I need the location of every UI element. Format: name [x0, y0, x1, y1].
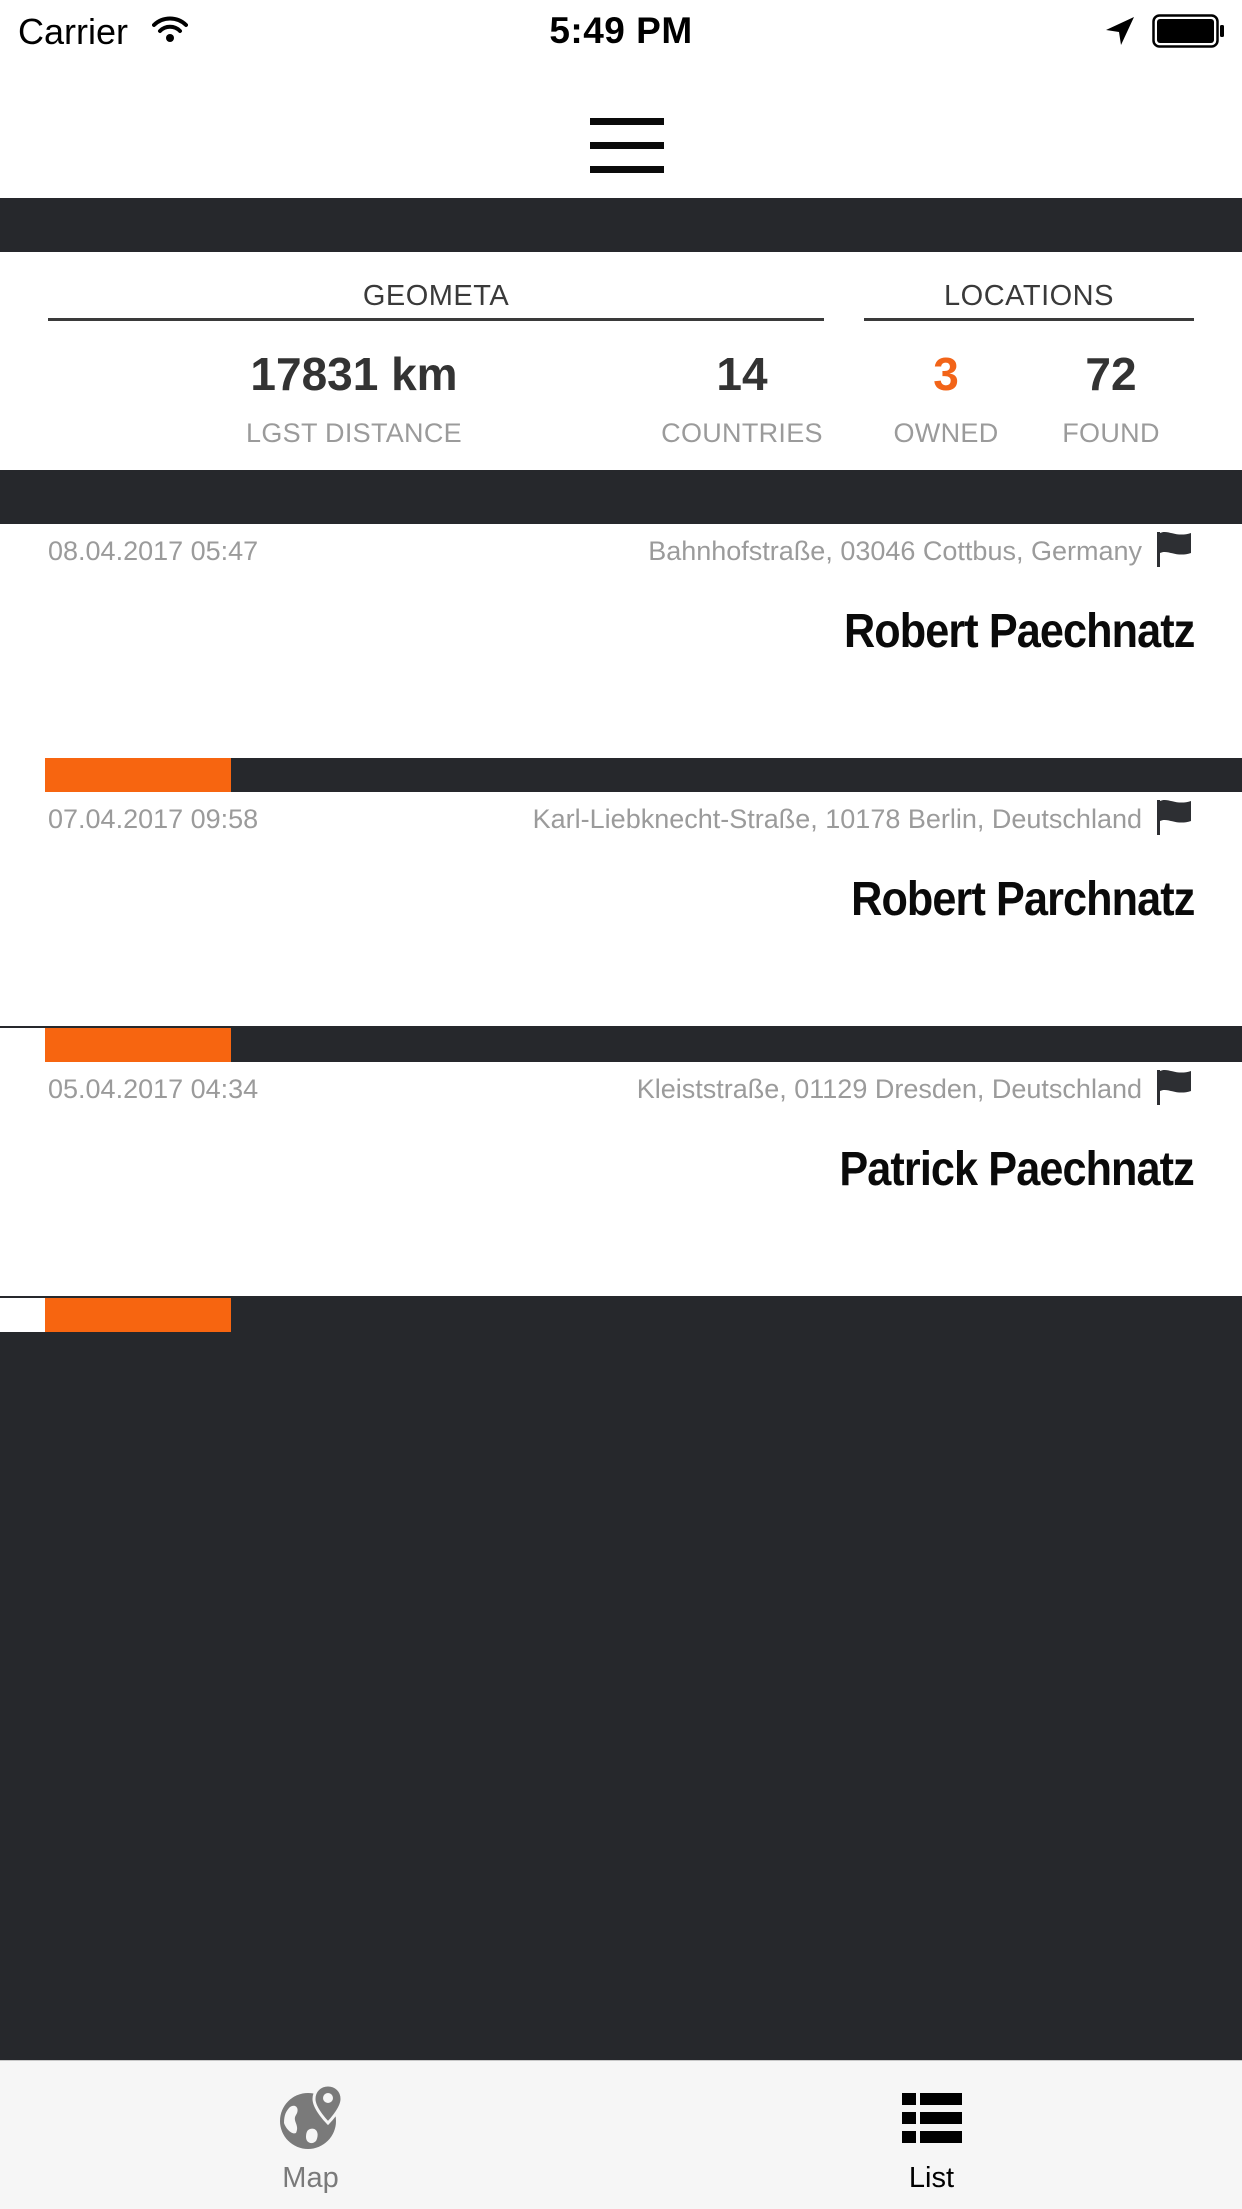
globe-pin-icon	[280, 2083, 344, 2149]
stats-panel: GEOMETA LOCATIONS 17831 km LGST DISTANCE…	[0, 252, 1242, 470]
list-item[interactable]: 08.04.2017 05:47 Bahnhofstraße, 03046 Co…	[0, 524, 1242, 758]
owned-label: OWNED	[893, 418, 999, 448]
item-date: 05.04.2017 04:34	[48, 1074, 259, 1104]
list-item[interactable]: 07.04.2017 09:58 Karl-Liebknecht-Straße,…	[0, 792, 1242, 1026]
item-name: Patrick Paechnatz	[839, 1143, 1195, 1196]
header	[0, 60, 1242, 198]
item-date: 08.04.2017 05:47	[48, 536, 259, 566]
tab-bar: Map List	[0, 2060, 1242, 2209]
progress-fill	[45, 758, 231, 792]
progress-track	[45, 758, 1242, 792]
list-item[interactable]: 05.04.2017 04:34 Kleiststraße, 01129 Dre…	[0, 1062, 1242, 1296]
found-label: FOUND	[1062, 418, 1160, 448]
tab-list[interactable]: List	[621, 2061, 1242, 2209]
progress-track	[45, 1298, 1242, 1332]
tab-list-label: List	[908, 2162, 955, 2194]
item-date: 07.04.2017 09:58	[48, 804, 259, 834]
location-arrow-icon	[1106, 17, 1134, 45]
distance-label: LGST DISTANCE	[246, 418, 462, 448]
locations-rule	[864, 318, 1194, 321]
clock: 5:49 PM	[549, 10, 693, 51]
hamburger-menu-icon[interactable]	[582, 110, 672, 180]
flag-icon	[1157, 1069, 1191, 1105]
geometa-rule	[48, 318, 824, 321]
countries-value: 14	[716, 348, 768, 400]
progress-fill	[45, 1298, 231, 1332]
item-progress	[0, 1028, 1242, 1062]
progress-fill	[45, 1028, 231, 1062]
divider	[0, 198, 1242, 252]
flag-icon	[1157, 799, 1191, 835]
progress-track	[45, 1028, 1242, 1062]
owned-value: 3	[933, 348, 959, 400]
distance-value: 17831 km	[250, 348, 458, 400]
geometa-title: GEOMETA	[362, 280, 510, 312]
locations-title: LOCATIONS	[944, 280, 1114, 312]
item-progress	[0, 1298, 1242, 1332]
countries-label: COUNTRIES	[661, 418, 823, 448]
item-address: Bahnhofstraße, 03046 Cottbus, Germany	[648, 536, 1142, 566]
flag-icon	[1157, 531, 1191, 567]
divider	[0, 470, 1242, 524]
item-name: Robert Paechnatz	[843, 605, 1195, 658]
item-name: Robert Parchnatz	[850, 873, 1195, 926]
item-progress	[0, 758, 1242, 792]
tab-map-label: Map	[282, 2162, 339, 2194]
status-bar: Carrier 5:49 PM	[0, 0, 1242, 60]
battery-icon	[1152, 14, 1224, 48]
item-address: Karl-Liebknecht-Straße, 10178 Berlin, De…	[532, 804, 1142, 834]
found-value: 72	[1085, 348, 1137, 400]
item-address: Kleiststraße, 01129 Dresden, Deutschland	[636, 1074, 1142, 1104]
tab-map[interactable]: Map	[0, 2061, 621, 2209]
list-icon	[902, 2093, 962, 2143]
